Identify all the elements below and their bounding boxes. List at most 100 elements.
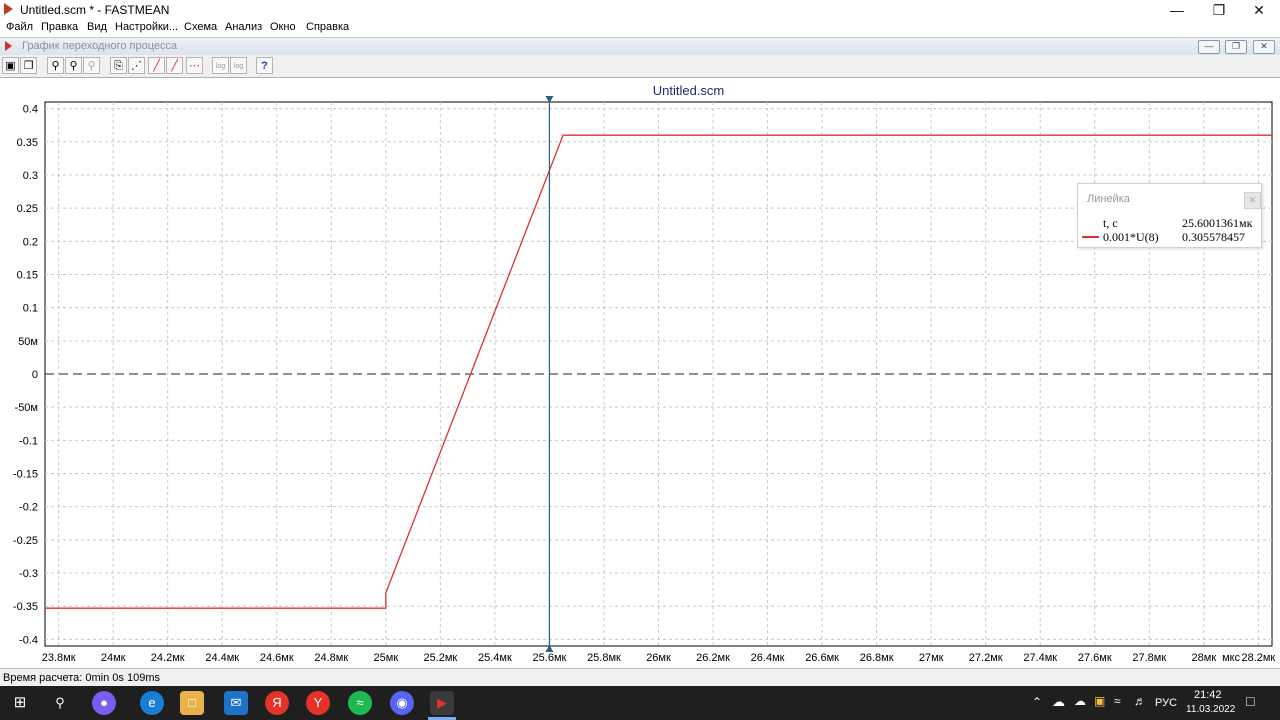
zoom-out-icon[interactable]: ⚲ xyxy=(83,57,100,74)
x-tick-label: 27.2мк xyxy=(969,652,1003,664)
minimize-button[interactable]: — xyxy=(1156,0,1198,20)
y-tick-label: -0.15 xyxy=(13,469,38,481)
ruler-t-value: 25.6001361мк xyxy=(1182,216,1253,230)
y-tick-label: -0.2 xyxy=(19,502,38,514)
menu-edit[interactable]: Правка xyxy=(41,21,78,33)
x-tick-label: 24.2мк xyxy=(151,652,185,664)
menu-view[interactable]: Вид xyxy=(87,21,107,33)
explorer-icon[interactable]: □ xyxy=(180,691,204,715)
transient-graph-window-title: График переходного процесса — ❐ ✕ xyxy=(0,37,1280,56)
save-icon[interactable]: ▣ xyxy=(2,57,19,74)
x-tick-label: 24.4мк xyxy=(205,652,239,664)
zoom-icon[interactable]: ⚲ xyxy=(47,57,64,74)
x-tick-label: 27мк xyxy=(919,652,944,664)
weather-cloud-icon[interactable]: ☁ xyxy=(1052,694,1065,710)
x-tick-label: 24мк xyxy=(101,652,126,664)
help-icon[interactable]: ? xyxy=(256,57,273,74)
y-tick-label: 0.1 xyxy=(23,303,38,315)
ruler-t-label: t, c xyxy=(1103,216,1118,230)
menu-scheme[interactable]: Схема xyxy=(184,21,217,33)
edge-icon[interactable]: e xyxy=(140,691,164,715)
graph-toolbar: ▣ ❐ ⚲ ⚲ ⚲ ⎘ ⋰ ╱ ╱ ⋯ log log ? xyxy=(0,55,1280,78)
status-bar: Время расчета: 0min 0s 109ms xyxy=(0,668,1280,687)
transient-chart: 23.8мк 24мк 24.2мк 24.4мк 24.6мк 24.8мк 25мк 25… xyxy=(0,78,1280,668)
subwindow-close-button[interactable]: ✕ xyxy=(1253,40,1275,54)
menu-bar: Файл Правка Вид Настройки... Схема Анали… xyxy=(0,20,1280,36)
onedrive-icon[interactable]: ☁ xyxy=(1074,694,1086,708)
thick-line-icon[interactable]: ╱ xyxy=(166,57,183,74)
x-tick-label: 27.6мк xyxy=(1078,652,1112,664)
y-tick-label: 0.3 xyxy=(23,170,38,182)
zoom-fit-icon[interactable]: ⚲ xyxy=(65,57,82,74)
y-tick-label: -0.35 xyxy=(13,601,38,613)
menu-analysis[interactable]: Анализ xyxy=(225,21,262,33)
menu-help[interactable]: Справка xyxy=(306,21,349,33)
y-tick-label: 50м xyxy=(18,336,38,348)
subwindow-minimize-button[interactable]: — xyxy=(1198,40,1220,54)
line-icon[interactable]: ╱ xyxy=(148,57,165,74)
title-bar: Untitled.scm * - FASTMEAN — ❐ ✕ xyxy=(0,0,1280,20)
close-button[interactable]: ✕ xyxy=(1238,0,1280,20)
y-tick-label: 0.15 xyxy=(17,269,38,281)
y-tick-label: -0.1 xyxy=(19,435,38,447)
y-tick-label: 0 xyxy=(32,369,38,381)
yandex-icon[interactable]: Я xyxy=(265,691,289,715)
x-tick-label: 25.4мк xyxy=(478,652,512,664)
y-tick-label: -50м xyxy=(15,402,38,414)
log-y-icon[interactable]: log xyxy=(230,57,247,74)
clock-time[interactable]: 21:42 xyxy=(1194,689,1222,701)
chart-title: Untitled.scm xyxy=(653,83,725,98)
cortana-icon[interactable]: ● xyxy=(92,691,116,715)
x-tick-label: 25.8мк xyxy=(587,652,621,664)
mail-icon[interactable]: ✉ xyxy=(224,691,248,715)
x-tick-label: 26.8мк xyxy=(860,652,894,664)
x-tick-label: 25.2мк xyxy=(423,652,457,664)
x-tick-label: 26мк xyxy=(646,652,671,664)
log-x-icon[interactable]: log xyxy=(212,57,229,74)
calc-time-text: Время расчета: 0min 0s 109ms xyxy=(3,672,160,684)
chart-svg: 23.8мк 24мк 24.2мк 24.4мк 24.6мк 24.8мк 25мк 25… xyxy=(13,83,1276,664)
y-tick-label: 0.25 xyxy=(17,203,38,215)
y-tick-label: -0.3 xyxy=(19,568,38,580)
fastmean-task-icon[interactable]: ▶ xyxy=(430,691,454,715)
x-tick-label: 28мк xyxy=(1192,652,1217,664)
spotify-icon[interactable]: ≈ xyxy=(348,691,372,715)
y-tick-label: 0.35 xyxy=(17,137,38,149)
menu-file[interactable]: Файл xyxy=(6,21,33,33)
ruler-series-swatch xyxy=(1082,236,1099,238)
clock-date[interactable]: 11.03.2022 xyxy=(1186,704,1235,715)
language-indicator[interactable]: РУС xyxy=(1155,697,1177,709)
point-line-icon[interactable]: ⋰ xyxy=(128,57,145,74)
ruler-panel: Линейка ✕ t, c 25.6001361мк 0.001*U(8) 0… xyxy=(1077,183,1262,248)
x-tick-label: 27.4мк xyxy=(1023,652,1057,664)
x-tick-label: 26.4мк xyxy=(751,652,785,664)
notifications-icon[interactable]: □ xyxy=(1246,693,1254,709)
search-icon[interactable]: ⚲ xyxy=(48,691,72,715)
notification-app-icon[interactable]: ▣ xyxy=(1094,694,1105,708)
ruler-close-icon[interactable]: ✕ xyxy=(1244,192,1261,209)
discord-icon[interactable]: ◉ xyxy=(390,691,414,715)
x-tick-label: 26.6мк xyxy=(805,652,839,664)
x-tick-label: 23.8мк xyxy=(42,652,76,664)
x-tick-label: 28.2мк xyxy=(1241,652,1275,664)
y-tick-label: 0.4 xyxy=(23,104,38,116)
cursor-icon[interactable]: ⎘ xyxy=(110,57,127,74)
subwindow-restore-button[interactable]: ❐ xyxy=(1225,40,1247,54)
windows-start-icon[interactable]: ⊞ xyxy=(8,691,32,715)
menu-window[interactable]: Окно xyxy=(270,21,296,33)
volume-icon[interactable]: ♬ xyxy=(1134,694,1146,708)
wifi-icon[interactable]: ≈ xyxy=(1114,694,1121,708)
yandex-browser-icon[interactable]: Y xyxy=(306,691,330,715)
copy-icon[interactable]: ❐ xyxy=(20,57,37,74)
ruler-series-value: 0.305578457 xyxy=(1182,230,1245,244)
dash-line-icon[interactable]: ⋯ xyxy=(186,57,203,74)
maximize-button[interactable]: ❐ xyxy=(1198,0,1240,20)
y-tick-label: -0.25 xyxy=(13,535,38,547)
fastmean-app-icon xyxy=(4,3,13,15)
menu-settings[interactable]: Настройки... xyxy=(115,21,178,33)
subwindow-title: График переходного процесса xyxy=(22,40,178,52)
ruler-series-label: 0.001*U(8) xyxy=(1103,230,1159,244)
x-tick-label: 26.2мк xyxy=(696,652,730,664)
tray-chevron-icon[interactable]: ⌃ xyxy=(1032,695,1042,709)
x-unit-label: мкс xyxy=(1222,652,1240,664)
